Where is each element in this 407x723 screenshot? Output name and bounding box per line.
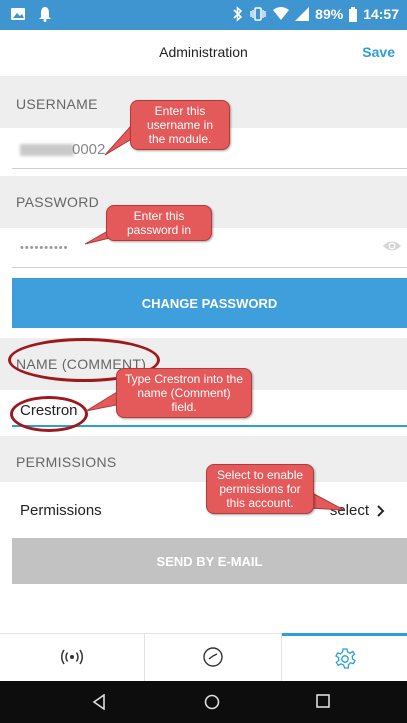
wireless-icon bbox=[61, 649, 83, 665]
back-icon[interactable] bbox=[92, 694, 106, 710]
password-value: •••••••••• bbox=[20, 242, 69, 254]
home-icon[interactable] bbox=[204, 694, 220, 710]
bluetooth-icon bbox=[233, 6, 243, 22]
name-value-highlight bbox=[10, 396, 88, 432]
wifi-icon bbox=[273, 7, 290, 20]
permissions-section: PERMISSIONS bbox=[0, 436, 407, 482]
permissions-row-label[interactable]: Permissions bbox=[20, 502, 102, 519]
bottom-tab-bar bbox=[0, 633, 407, 681]
password-callout: Enter this password in bbox=[106, 205, 212, 241]
change-password-button[interactable]: CHANGE PASSWORD bbox=[12, 278, 407, 328]
recents-icon[interactable] bbox=[316, 694, 330, 708]
save-button[interactable]: Save bbox=[362, 44, 395, 60]
username-label: USERNAME bbox=[16, 96, 98, 112]
username-callout: Enter this username in the module. bbox=[130, 100, 230, 150]
bell-icon bbox=[39, 7, 51, 22]
battery-icon bbox=[349, 6, 358, 22]
username-underline bbox=[12, 168, 407, 169]
vibrate-icon bbox=[250, 7, 266, 21]
eye-icon[interactable] bbox=[382, 238, 402, 254]
clock-time: 14:57 bbox=[363, 6, 399, 22]
image-notification-icon bbox=[11, 8, 25, 20]
tab-history[interactable] bbox=[145, 633, 282, 681]
page-title: Administration bbox=[159, 44, 248, 60]
android-nav-bar bbox=[0, 681, 407, 723]
permissions-label: PERMISSIONS bbox=[16, 454, 117, 470]
chevron-right-icon bbox=[377, 504, 385, 517]
status-right-icons: 89% 14:57 bbox=[233, 6, 399, 22]
password-label: PASSWORD bbox=[16, 194, 100, 210]
password-underline bbox=[12, 267, 407, 268]
redacted-username-prefix bbox=[20, 144, 74, 156]
tab-wireless[interactable] bbox=[0, 633, 145, 681]
status-left-icons bbox=[10, 6, 52, 22]
signal-icon bbox=[295, 7, 310, 21]
clock-icon bbox=[203, 647, 223, 667]
status-bar: 89% 14:57 bbox=[0, 0, 407, 30]
gear-icon bbox=[334, 647, 356, 669]
tab-settings[interactable] bbox=[282, 633, 407, 681]
name-callout: Type Crestron into the name (Comment) fi… bbox=[116, 368, 252, 418]
permissions-callout: Select to enable permissions for this ac… bbox=[206, 464, 314, 514]
battery-percent: 89% bbox=[315, 6, 344, 22]
send-by-email-button[interactable]: SEND BY E-MAIL bbox=[12, 538, 407, 584]
